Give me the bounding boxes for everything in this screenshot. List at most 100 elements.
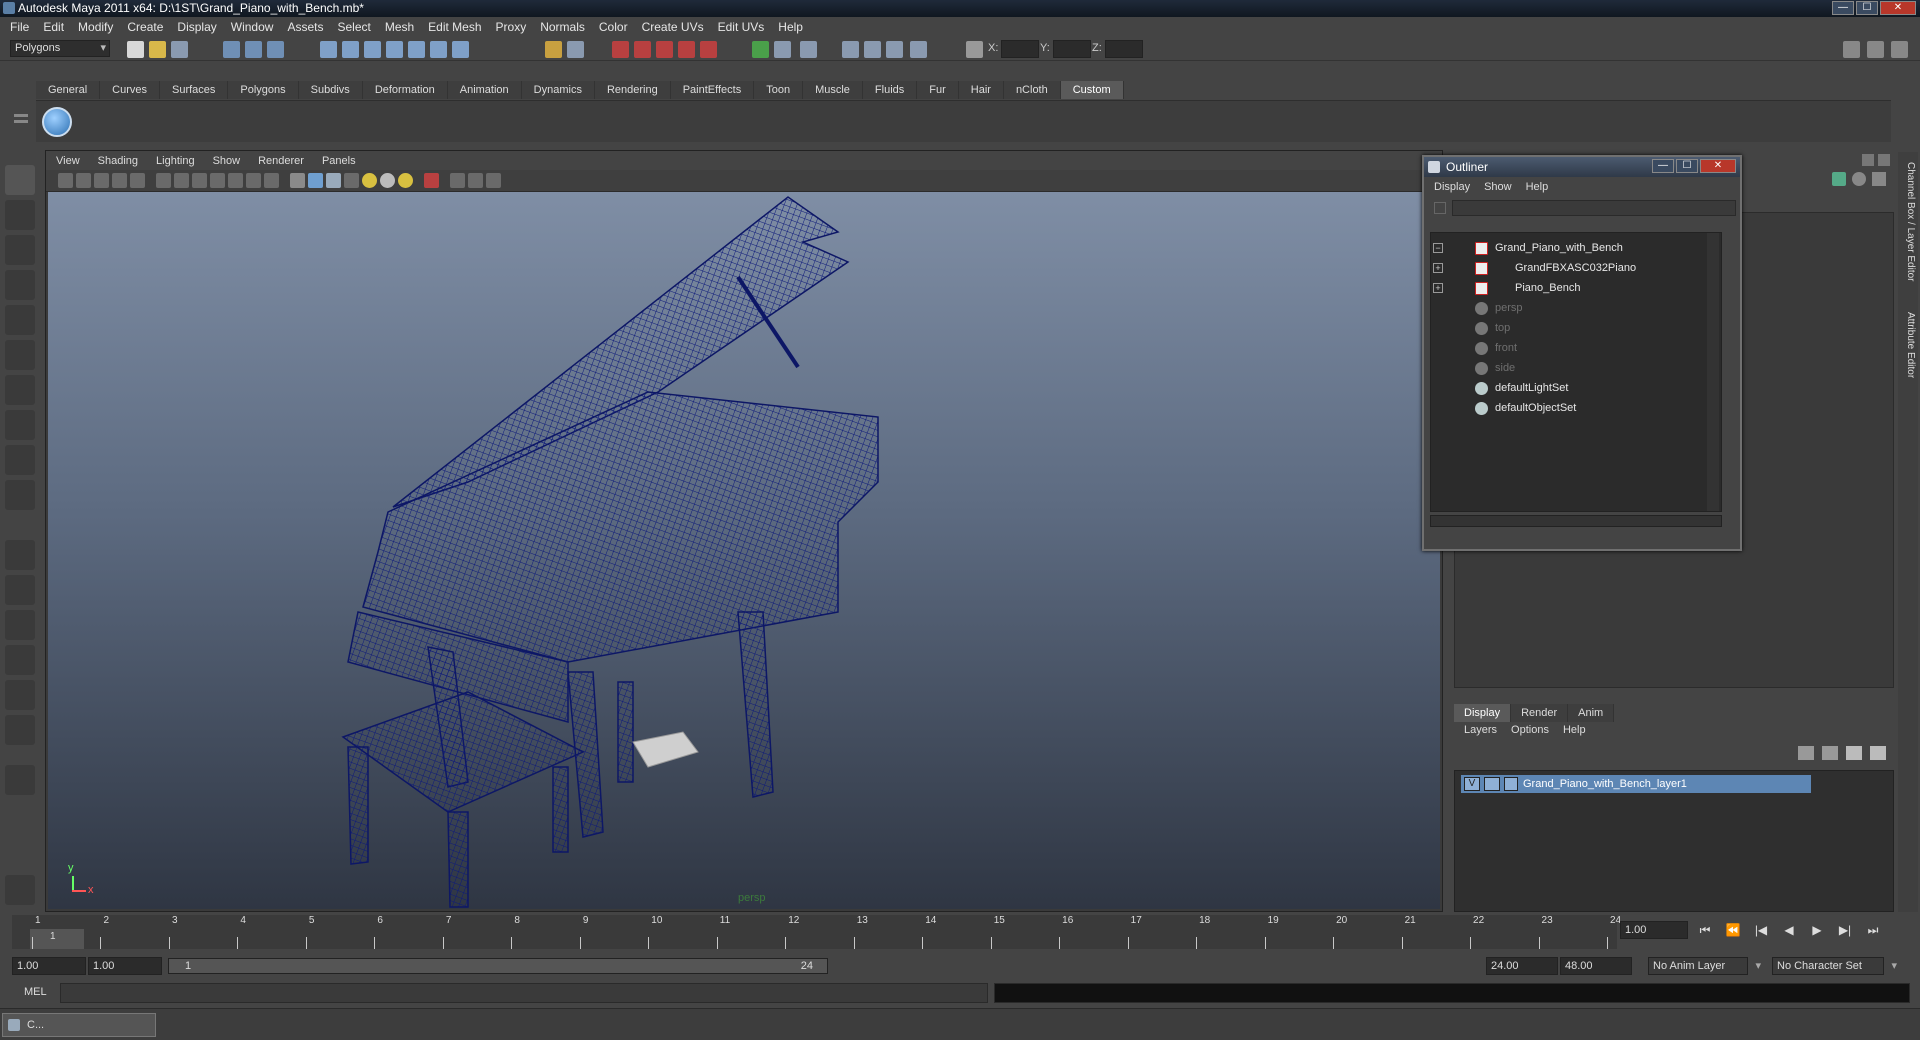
film-gate-icon[interactable]: [174, 173, 189, 188]
shelf-tab-rendering[interactable]: Rendering: [594, 81, 671, 99]
shadow-icon[interactable]: [468, 173, 483, 188]
expand-toggle[interactable]: +: [1433, 263, 1443, 273]
outliner-menu-display[interactable]: Display: [1434, 181, 1470, 193]
show-hide-tool-settings-icon[interactable]: [1867, 41, 1884, 58]
shelf-tab-muscle[interactable]: Muscle: [803, 81, 863, 99]
camera-attributes-icon[interactable]: [76, 173, 91, 188]
menu-normals[interactable]: Normals: [540, 20, 585, 34]
command-language-label[interactable]: MEL: [24, 986, 47, 998]
viewport-menu-shading[interactable]: Shading: [98, 155, 138, 167]
attribute-panel-icon[interactable]: [800, 41, 817, 58]
y-field[interactable]: [1053, 40, 1091, 58]
layer-menu-help[interactable]: Help: [1563, 724, 1586, 736]
safe-title-icon[interactable]: [264, 173, 279, 188]
command-input[interactable]: [60, 983, 988, 1003]
outliner-close-button[interactable]: ✕: [1700, 159, 1736, 173]
outliner-icon[interactable]: [910, 41, 927, 58]
menu-set-dropdown[interactable]: Polygons: [10, 40, 110, 57]
shelf-tab-polygons[interactable]: Polygons: [228, 81, 299, 99]
select-hierarchy-icon[interactable]: [223, 41, 240, 58]
new-empty-layer-icon[interactable]: [1846, 746, 1862, 760]
transform-mode-icon[interactable]: [966, 41, 983, 58]
menu-color[interactable]: Color: [599, 20, 628, 34]
menu-proxy[interactable]: Proxy: [496, 20, 527, 34]
outliner-filter-toggle[interactable]: [1434, 202, 1446, 214]
outliner-item-grand-piano-with-bench[interactable]: − Grand_Piano_with_Bench: [1431, 239, 1721, 257]
history-icon[interactable]: [430, 41, 447, 58]
layer-visibility-toggle[interactable]: V: [1464, 777, 1480, 791]
menu-create-uvs[interactable]: Create UVs: [642, 20, 704, 34]
shelf-menu-handle[interactable]: [14, 104, 30, 138]
shelf-tab-fur[interactable]: Fur: [917, 81, 959, 99]
minimize-button[interactable]: —: [1832, 1, 1854, 15]
render-current-icon[interactable]: [612, 41, 629, 58]
layer-tab-display[interactable]: Display: [1454, 704, 1512, 722]
universal-manipulator-icon[interactable]: [5, 375, 35, 405]
viewport-menu-show[interactable]: Show: [213, 155, 241, 167]
current-frame-field[interactable]: 1.00: [1620, 921, 1688, 939]
character-set-dropdown[interactable]: No Character Set: [1772, 957, 1897, 975]
move-tool-icon[interactable]: [5, 270, 35, 300]
viewport-menu-view[interactable]: View: [56, 155, 80, 167]
new-scene-icon[interactable]: [127, 41, 144, 58]
snap-plane-icon[interactable]: [386, 41, 403, 58]
move-layer-down-icon[interactable]: [1822, 746, 1838, 760]
shelf-tab-ncloth[interactable]: nCloth: [1003, 81, 1061, 99]
snap-point-icon[interactable]: [364, 41, 381, 58]
grid-icon[interactable]: [156, 173, 171, 188]
menu-file[interactable]: File: [10, 20, 29, 34]
resolution-gate-icon[interactable]: [192, 173, 207, 188]
scale-tool-icon[interactable]: [5, 340, 35, 370]
ipr-render-icon[interactable]: [634, 41, 651, 58]
shelf-tab-toon[interactable]: Toon: [754, 81, 804, 99]
menu-create[interactable]: Create: [127, 20, 163, 34]
show-hide-attr-editor-icon[interactable]: [1843, 41, 1860, 58]
show-manipulator-icon[interactable]: [5, 445, 35, 475]
attribute-toggle-icon[interactable]: [1852, 172, 1866, 186]
snap-surface-icon[interactable]: [408, 41, 425, 58]
safe-action-icon[interactable]: [246, 173, 261, 188]
lasso-tool-icon[interactable]: [5, 200, 35, 230]
outliner-titlebar[interactable]: Outliner — ☐ ✕: [1424, 157, 1740, 177]
paint-select-tool-icon[interactable]: [5, 235, 35, 265]
shelf-tab-hair[interactable]: Hair: [958, 81, 1004, 99]
menu-display[interactable]: Display: [177, 20, 216, 34]
shelf-tab-fluids[interactable]: Fluids: [862, 81, 918, 99]
panel-float-icon[interactable]: [1862, 154, 1874, 166]
layer-menu-layers[interactable]: Layers: [1464, 724, 1497, 736]
outliner-filter-field[interactable]: [1452, 200, 1736, 216]
persp-graph-layout-icon[interactable]: [5, 645, 35, 675]
step-forward-frame-icon[interactable]: ▶|: [1836, 922, 1854, 938]
persp-outliner-layout-icon[interactable]: [5, 610, 35, 640]
outliner-item-grand-piano[interactable]: + GrandFBXASC032Piano: [1431, 259, 1721, 277]
select-object-icon[interactable]: [245, 41, 262, 58]
side-tab-channel-box[interactable]: Channel Box / Layer Editor: [1900, 162, 1916, 282]
outliner-item-top[interactable]: top: [1431, 319, 1721, 337]
menu-window[interactable]: Window: [231, 20, 274, 34]
snap-curve-icon[interactable]: [342, 41, 359, 58]
menu-edit-uvs[interactable]: Edit UVs: [718, 20, 765, 34]
time-slider[interactable]: 1 1 2 3 4 5 6 7 8 9 10 11 12 13 14 15 16 17 18 19 20 21 22 23 2…: [12, 915, 1621, 949]
outliner-item-front[interactable]: front: [1431, 339, 1721, 357]
lock-icon[interactable]: [545, 41, 562, 58]
range-slider[interactable]: 1 24: [168, 958, 828, 974]
minimized-window[interactable]: C...: [2, 1013, 156, 1037]
menu-help[interactable]: Help: [778, 20, 803, 34]
selection-icon[interactable]: [567, 41, 584, 58]
channel-box-toggle-icon[interactable]: [1832, 172, 1846, 186]
hud-icon[interactable]: [486, 173, 501, 188]
image-plane-icon[interactable]: [112, 173, 127, 188]
shelf-tab-painteffects[interactable]: PaintEffects: [670, 81, 755, 99]
wireframe-icon[interactable]: [290, 173, 305, 188]
help-query-icon[interactable]: [452, 41, 469, 58]
outliner-item-piano-bench[interactable]: + Piano_Bench: [1431, 279, 1721, 297]
outliner-horizontal-scrollbar[interactable]: [1430, 515, 1722, 527]
menu-mesh[interactable]: Mesh: [385, 20, 414, 34]
isolate-select-icon[interactable]: [450, 173, 465, 188]
z-field[interactable]: [1105, 40, 1143, 58]
outliner-item-persp[interactable]: persp: [1431, 299, 1721, 317]
shelf-tab-deformation[interactable]: Deformation: [362, 81, 448, 99]
render-view-icon[interactable]: [700, 41, 717, 58]
outliner-menu-show[interactable]: Show: [1484, 181, 1512, 193]
go-to-start-icon[interactable]: ⏮: [1696, 922, 1714, 938]
